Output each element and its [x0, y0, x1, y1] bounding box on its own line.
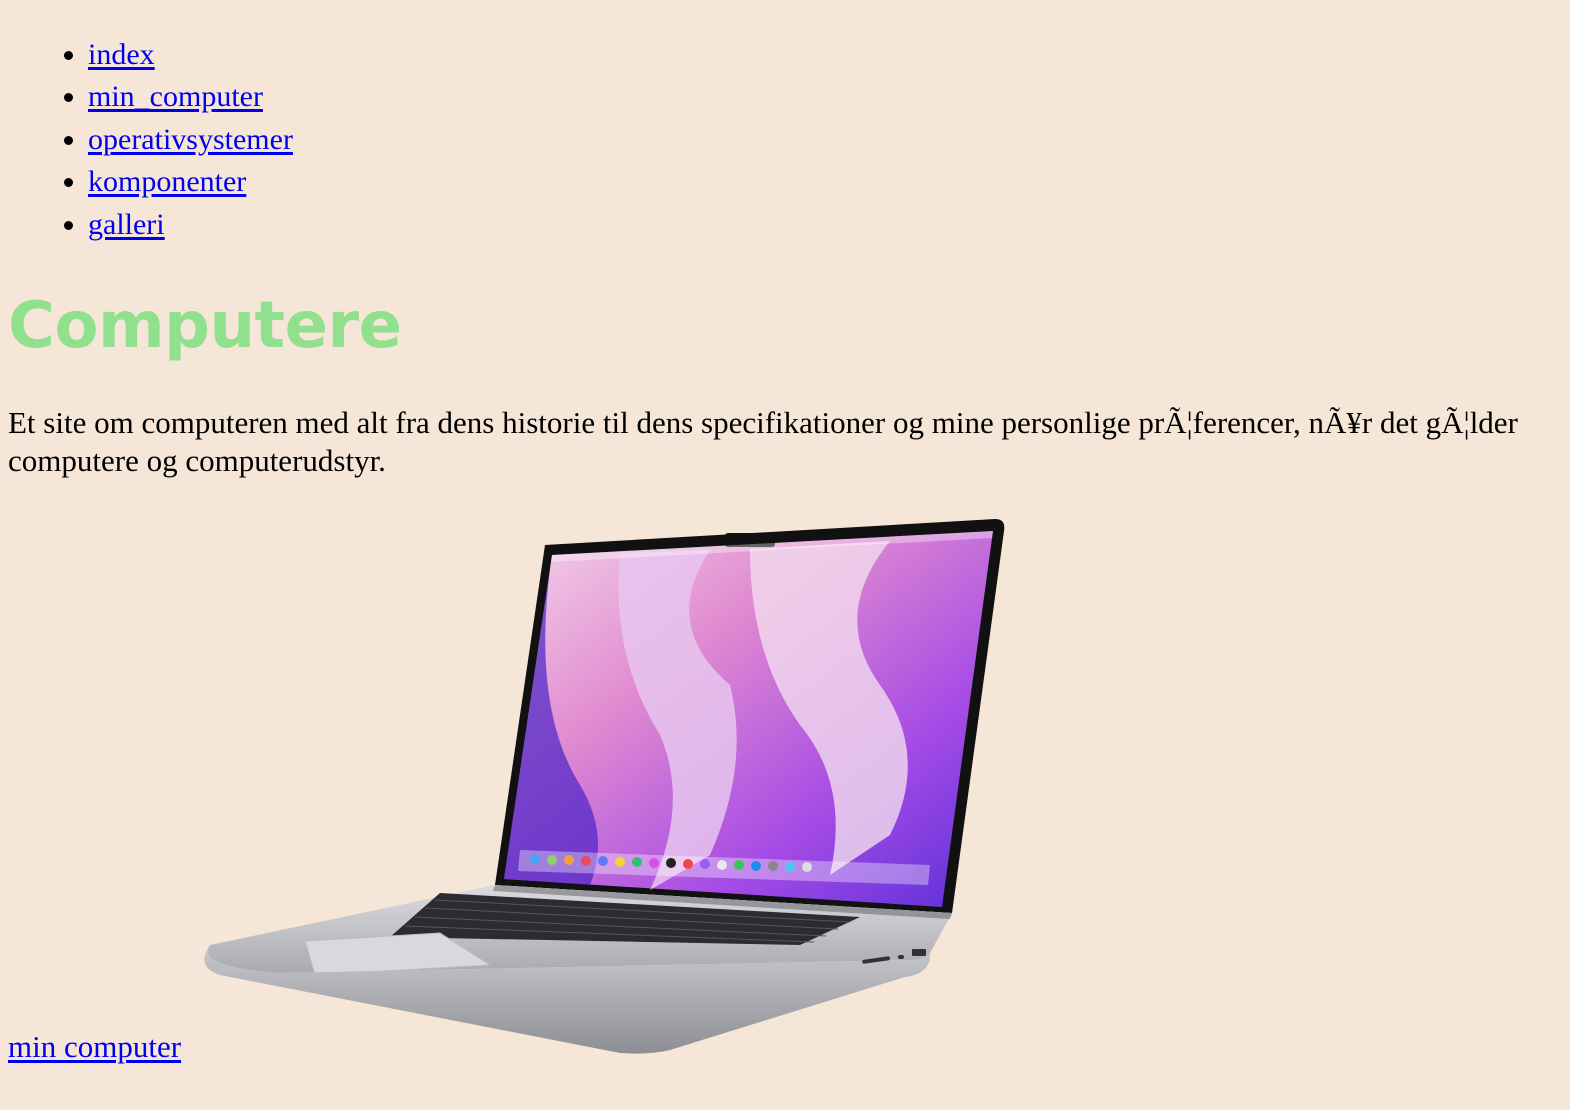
- nav-link-min-computer[interactable]: min_computer: [88, 80, 263, 113]
- nav-item-index: index: [88, 34, 293, 76]
- nav-item-operativsystemer: operativsystemer: [88, 119, 293, 161]
- nav-item-komponenter: komponenter: [88, 161, 293, 203]
- nav-link-galleri[interactable]: galleri: [88, 208, 165, 241]
- nav-item-galleri: galleri: [88, 204, 293, 246]
- nav-link-operativsystemer[interactable]: operativsystemer: [88, 123, 293, 156]
- site-nav: index min_computer operativsystemer komp…: [40, 34, 293, 246]
- laptop-image: [204, 519, 1005, 1054]
- nav-link-komponenter[interactable]: komponenter: [88, 165, 246, 198]
- intro-paragraph: Et site om computeren med alt fra dens h…: [8, 405, 1518, 478]
- min-computer-link[interactable]: min computer: [8, 1026, 181, 1068]
- nav-item-min-computer: min_computer: [88, 76, 293, 118]
- page-title: Computere: [8, 289, 402, 363]
- nav-link-index[interactable]: index: [88, 38, 155, 71]
